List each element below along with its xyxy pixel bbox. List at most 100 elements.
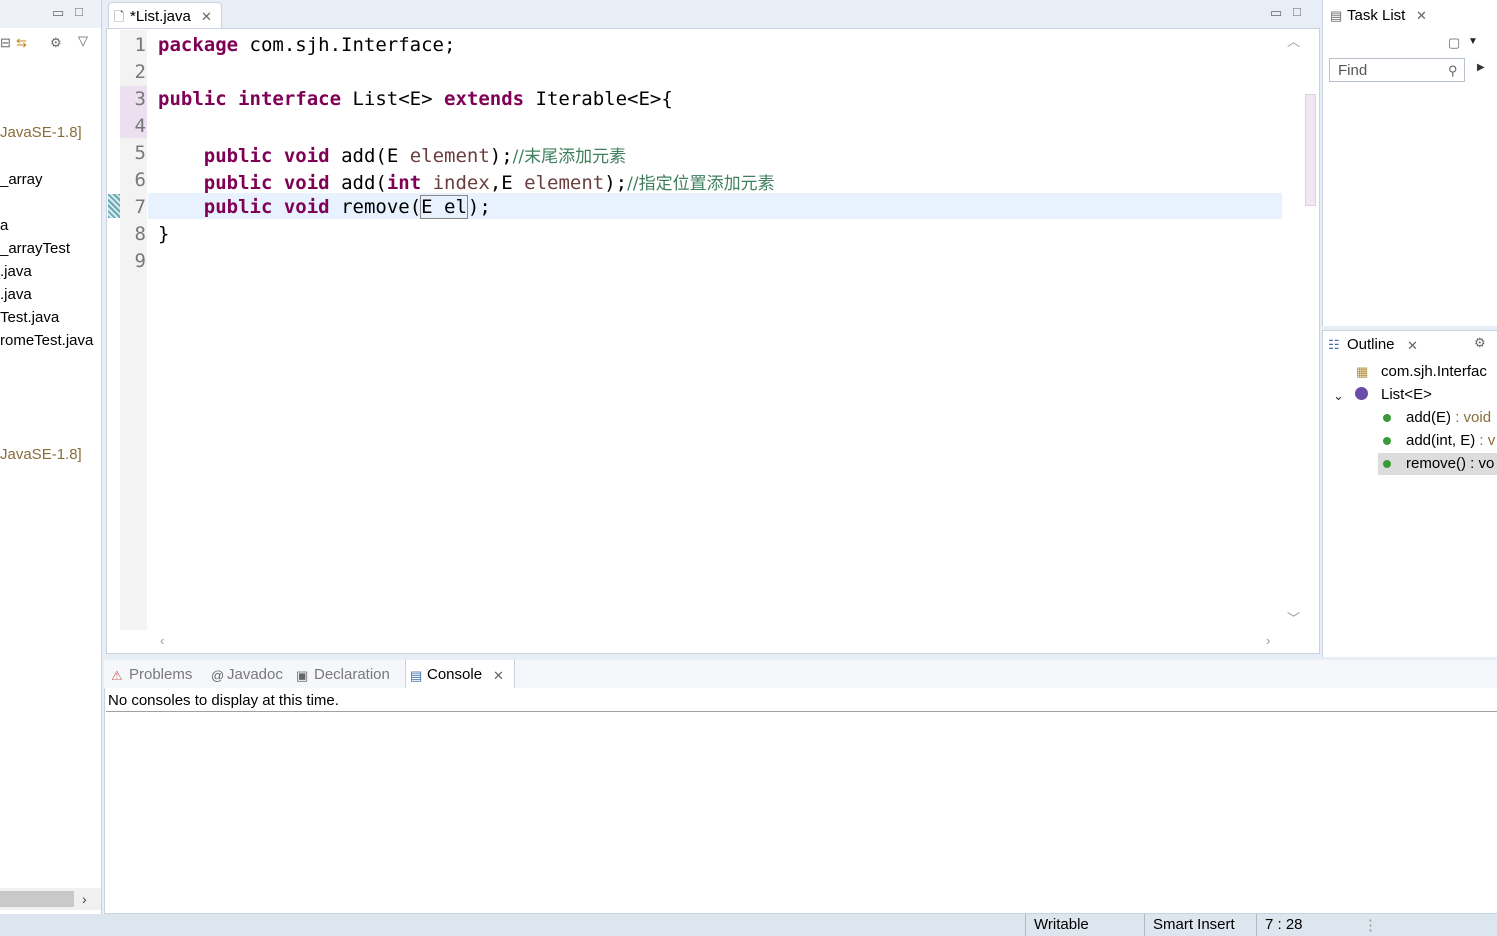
code-text: );: [489, 145, 513, 167]
code-line: public void add(E element);//末尾添加元素: [158, 142, 626, 167]
outline-method[interactable]: add(E) : void: [1406, 409, 1491, 426]
divider: [1144, 914, 1145, 936]
code-text: add(E: [329, 145, 410, 167]
keyword: public: [203, 145, 273, 167]
method-return: : void: [1451, 409, 1492, 426]
console-tab-bar: [104, 660, 1497, 688]
link-editor-icon[interactable]: ⇆: [16, 36, 27, 49]
keyword: void: [283, 172, 330, 194]
new-task-icon[interactable]: ▢: [1448, 36, 1460, 49]
public-method-icon: [1383, 437, 1391, 445]
line-number: 5: [134, 142, 146, 164]
code-text: ,E: [489, 172, 525, 194]
comment: //指定位置添加元素: [627, 174, 775, 194]
code-text: Iterable<E>{: [524, 88, 673, 110]
task-list-view: [1322, 0, 1497, 326]
close-icon[interactable]: ✕: [1407, 339, 1418, 352]
keyword: extends: [444, 88, 525, 110]
scroll-up-icon[interactable]: ︿: [1287, 35, 1300, 48]
collapse-all-icon[interactable]: ⊟: [0, 36, 11, 49]
status-writable: Writable: [1034, 916, 1089, 933]
scroll-right-icon[interactable]: ›: [82, 892, 87, 906]
editor-tab-bar: [106, 0, 1318, 28]
tree-item[interactable]: _arrayTest: [0, 240, 70, 257]
tree-item[interactable]: .java: [0, 263, 32, 280]
scroll-right-icon[interactable]: ›: [1266, 634, 1270, 647]
tree-item-jre[interactable]: JavaSE-1.8]: [0, 446, 82, 463]
search-icon[interactable]: ⚲: [1448, 64, 1458, 77]
parameter: index: [432, 172, 490, 194]
tab-declaration[interactable]: Declaration: [314, 666, 390, 683]
line-number: 7: [134, 196, 146, 218]
vertical-scrollbar[interactable]: [1284, 30, 1302, 630]
tree-item[interactable]: a: [0, 217, 8, 234]
find-input[interactable]: Find ⚲: [1329, 58, 1465, 82]
console-icon: ▤: [410, 668, 423, 683]
keyword: void: [283, 196, 330, 218]
close-icon[interactable]: ✕: [1416, 9, 1427, 22]
view-menu-icon[interactable]: ⚙: [1474, 336, 1486, 349]
overview-ruler-mark: [1305, 94, 1316, 206]
task-list-icon: ▤: [1330, 8, 1343, 23]
tree-item-jre[interactable]: JavaSE-1.8]: [0, 124, 82, 141]
tab-console[interactable]: Console: [427, 666, 482, 683]
tab-label: Task List: [1347, 7, 1406, 24]
code-line: package com.sjh.Interface;: [158, 34, 455, 56]
code-text: add(: [329, 172, 387, 194]
outline-package[interactable]: com.sjh.Interfac: [1381, 363, 1487, 380]
divider: [1025, 914, 1026, 936]
keyword: public: [203, 196, 273, 218]
status-grip-icon: ⋮: [1363, 917, 1378, 934]
outline-method-selected[interactable]: remove() : vo: [1406, 455, 1494, 472]
minimize-icon[interactable]: ▭: [52, 6, 64, 19]
tree-item[interactable]: Test.java: [0, 309, 59, 326]
maximize-icon[interactable]: □: [75, 5, 83, 18]
keyword: public: [158, 88, 227, 110]
outline-icon: ☷: [1328, 337, 1340, 352]
method-return: : v: [1475, 432, 1496, 449]
editor-tab-list-java[interactable]: 🗋 *List.java ✕: [108, 2, 222, 29]
declaration-icon: ▣: [296, 668, 309, 683]
editor-tab-label: *List.java: [130, 8, 191, 25]
tree-item[interactable]: _array: [0, 171, 43, 188]
change-marker: [108, 194, 120, 218]
scroll-left-icon[interactable]: ‹: [160, 634, 164, 647]
problems-icon: ⚠: [111, 668, 123, 683]
expand-arrow-icon[interactable]: ▶: [1477, 63, 1485, 73]
find-placeholder: Find: [1338, 62, 1368, 79]
tab-problems[interactable]: Problems: [129, 666, 192, 683]
method-name: add(int, E): [1406, 432, 1476, 449]
tab-javadoc[interactable]: Javadoc: [227, 666, 283, 683]
tab-outline-label[interactable]: Outline: [1347, 336, 1395, 353]
line-number: 1: [134, 34, 146, 56]
outline-interface[interactable]: List<E>: [1381, 386, 1432, 403]
view-menu-icon[interactable]: ▽: [78, 34, 88, 47]
line-number: 9: [134, 250, 146, 272]
horizontal-scrollbar[interactable]: [148, 632, 1284, 650]
scrollbar-thumb[interactable]: [0, 891, 74, 907]
keyword: interface: [238, 88, 342, 110]
tree-item[interactable]: .java: [0, 286, 32, 303]
divider: [1256, 914, 1257, 936]
package-icon: ▦: [1356, 364, 1369, 379]
line-number: 6: [134, 169, 146, 191]
close-icon[interactable]: ✕: [493, 669, 504, 682]
status-cursor-position: 7 : 28: [1265, 916, 1303, 933]
parameter: element: [409, 145, 490, 167]
maximize-icon[interactable]: □: [1293, 5, 1301, 18]
outline-method[interactable]: add(int, E) : v: [1406, 432, 1495, 449]
minimize-icon[interactable]: ▭: [1270, 6, 1282, 19]
tab-task-list[interactable]: ▤ Task List ✕: [1324, 2, 1434, 28]
code-line: }: [158, 223, 170, 245]
tree-item[interactable]: romeTest.java: [0, 332, 93, 349]
close-icon[interactable]: ✕: [201, 10, 212, 23]
line-number: 8: [134, 223, 146, 245]
filter-icon[interactable]: ⚙: [50, 36, 62, 49]
code-editor[interactable]: [106, 28, 1320, 654]
status-insert-mode[interactable]: Smart Insert: [1153, 916, 1235, 933]
dropdown-arrow-icon[interactable]: ▼: [1468, 37, 1478, 47]
java-file-icon: 🗋: [114, 9, 125, 24]
chevron-down-icon[interactable]: ⌄: [1333, 389, 1344, 402]
scroll-down-icon[interactable]: ﹀: [1287, 612, 1300, 625]
method-name: remove() : vo: [1406, 455, 1495, 472]
